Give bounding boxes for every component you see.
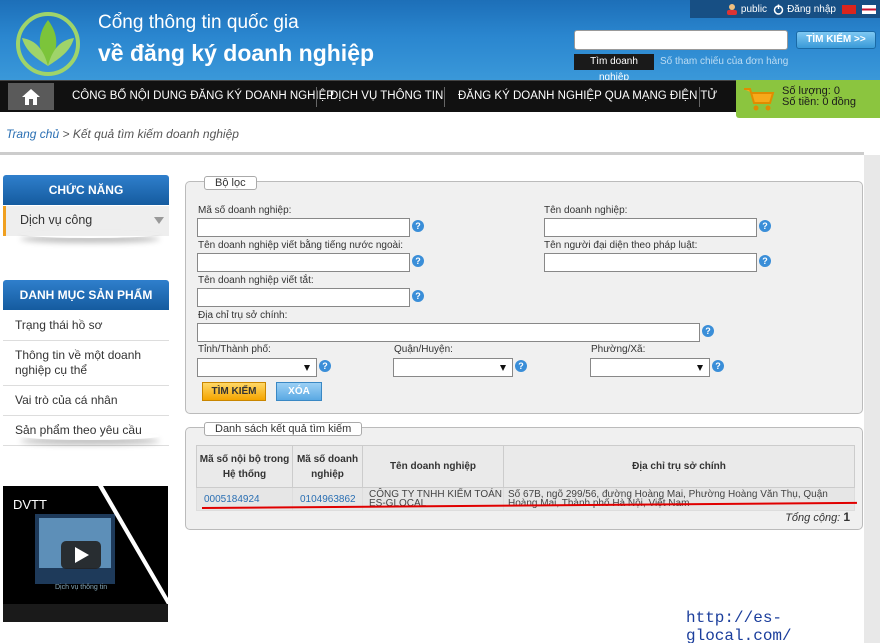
sidebar-item-custom-product[interactable]: Sản phẩm theo yêu cầu [3, 416, 169, 446]
watermark-text: http://es-glocal.com/ [686, 609, 792, 643]
results-total: Tổng cộng: 1 [785, 510, 850, 524]
results-legend: Danh sách kết quả tìm kiếm [204, 422, 363, 436]
search-button[interactable]: TÌM KIẾM >> [796, 31, 876, 49]
dropdown-arrow-icon [304, 365, 310, 371]
user-name: public [740, 3, 768, 15]
logo-icon[interactable] [8, 6, 88, 76]
cart-icon [744, 88, 775, 111]
dropdown-arrow-icon [697, 365, 703, 371]
sidebar-item-business-info[interactable]: Thông tin về một doanh nghiệp cụ thể [3, 341, 169, 386]
short-name-label: Tên doanh nghiệp viết tắt: [198, 275, 314, 286]
nav-divider [444, 87, 445, 107]
catalog-list: Trạng thái hồ sơ Thông tin về một doanh … [3, 311, 169, 446]
province-label: Tỉnh/Thành phố: [198, 344, 271, 355]
tax-code-label: Mã số doanh nghiệp: [198, 205, 292, 216]
column-header-address: Địa chỉ trụ sở chính [503, 445, 855, 488]
nav-divider [316, 87, 317, 107]
address-field[interactable] [197, 323, 700, 342]
district-label: Quận/Huyện: [394, 344, 453, 355]
video-player[interactable]: Dịch vụ thông tin DVTT [3, 486, 168, 622]
page-edge [864, 155, 880, 643]
cart-widget[interactable]: Số lượng: 0 Số tiền: 0 đồng [736, 80, 880, 118]
site-header: Cổng thông tin quốc gia về đăng ký doanh… [0, 0, 880, 80]
address-label: Địa chỉ trụ sở chính: [198, 310, 288, 321]
nav-item-publish[interactable]: CÔNG BỐ NỘI DUNG ĐĂNG KÝ DOANH NGHIỆP [72, 81, 334, 112]
chevron-down-icon [154, 217, 164, 224]
help-icon[interactable]: ? [759, 220, 771, 232]
login-link[interactable]: Đăng nhập [773, 4, 836, 15]
login-label: Đăng nhập [787, 3, 836, 15]
home-button[interactable] [8, 83, 54, 110]
foreign-name-label: Tên doanh nghiệp viết bằng tiếng nước ng… [198, 240, 404, 251]
total-label: Tổng cộng: [785, 512, 841, 524]
functions-heading: CHỨC NĂNG [3, 175, 169, 205]
help-icon[interactable]: ? [319, 360, 331, 372]
column-header-business-name: Tên doanh nghiệp [362, 445, 504, 488]
divider [0, 152, 864, 155]
search-box: TÌM KIẾM >> Tìm doanh nghiệp Số tham chi… [572, 28, 876, 80]
help-icon[interactable]: ? [712, 360, 724, 372]
user-bar: public Đăng nhập [690, 0, 880, 18]
representative-label: Tên người đại diện theo pháp luật: [544, 240, 698, 251]
nav-divider [699, 87, 700, 107]
shadow [20, 432, 160, 440]
user-link[interactable]: public [726, 3, 767, 15]
nav-item-online-registration[interactable]: ĐĂNG KÝ DOANH NGHIỆP QUA MẠNG ĐIỆN TỬ [458, 81, 717, 112]
column-header-internal-id: Mã số nội bộ trong Hệ thống [196, 445, 293, 488]
power-icon [773, 4, 784, 15]
sidebar-item-label: Dịch vụ công [20, 213, 93, 227]
breadcrumb-home-link[interactable]: Trang chủ [6, 127, 59, 141]
filter-panel: Bộ lọc Mã số doanh nghiệp: ? Tên doanh n… [185, 176, 863, 414]
representative-field[interactable] [544, 253, 757, 272]
results-panel: Danh sách kết quả tìm kiếm Mã số nội bộ … [185, 422, 863, 530]
tab-order-reference[interactable]: Số tham chiếu của đơn hàng [660, 54, 800, 70]
total-value: 1 [843, 510, 850, 524]
breadcrumb: Trang chủ > Kết quả tìm kiếm doanh nghiệ… [6, 127, 239, 141]
user-icon [726, 4, 737, 15]
foreign-name-field[interactable] [197, 253, 410, 272]
help-icon[interactable]: ? [515, 360, 527, 372]
business-name-field[interactable] [544, 218, 757, 237]
search-input[interactable] [574, 30, 788, 50]
help-icon[interactable]: ? [412, 220, 424, 232]
sidebar-item-application-status[interactable]: Trạng thái hồ sơ [3, 311, 169, 341]
province-select[interactable] [197, 358, 317, 377]
breadcrumb-current: > Kết quả tìm kiếm doanh nghiệp [59, 127, 239, 141]
uk-flag-icon[interactable] [862, 4, 876, 14]
table-header-row: Mã số nội bộ trong Hệ thống Mã số doanh … [196, 445, 855, 488]
filter-legend: Bộ lọc [204, 176, 257, 190]
cart-amount: Số tiền: 0 đồng [782, 96, 857, 108]
column-header-tax-code: Mã số doanh nghiệp [292, 445, 363, 488]
dropdown-arrow-icon [500, 365, 506, 371]
help-icon[interactable]: ? [412, 255, 424, 267]
vietnam-flag-icon[interactable] [842, 4, 856, 14]
district-select[interactable] [393, 358, 513, 377]
filter-search-button[interactable]: TÌM KIẾM [202, 382, 266, 401]
shadow [20, 230, 160, 238]
tax-code-field[interactable] [197, 218, 410, 237]
catalog-heading: DANH MỤC SẢN PHẨM [3, 280, 169, 310]
help-icon[interactable]: ? [702, 325, 714, 337]
home-icon [22, 88, 40, 105]
site-subtitle: về đăng ký doanh nghiệp [98, 40, 375, 66]
site-title: Cổng thông tin quốc gia [98, 12, 299, 33]
help-icon[interactable]: ? [759, 255, 771, 267]
address-cell: Số 67B, ngõ 299/56, đường Hoàng Mai, Phư… [503, 487, 855, 511]
sidebar-item-personal-role[interactable]: Vai trò của cá nhân [3, 386, 169, 416]
ward-label: Phường/Xã: [591, 344, 646, 355]
ward-select[interactable] [590, 358, 710, 377]
results-table: Mã số nội bộ trong Hệ thống Mã số doanh … [196, 445, 855, 511]
help-icon[interactable]: ? [412, 290, 424, 302]
tab-find-business[interactable]: Tìm doanh nghiệp [574, 54, 654, 80]
short-name-field[interactable] [197, 288, 410, 307]
svg-text:Dịch vụ thông tin: Dịch vụ thông tin [55, 584, 107, 591]
filter-clear-button[interactable]: XÓA [276, 382, 322, 401]
video-title: DVTT [13, 497, 47, 512]
business-name-label: Tên doanh nghiệp: [544, 205, 628, 216]
nav-item-info-services[interactable]: DỊCH VỤ THÔNG TIN [330, 81, 443, 112]
